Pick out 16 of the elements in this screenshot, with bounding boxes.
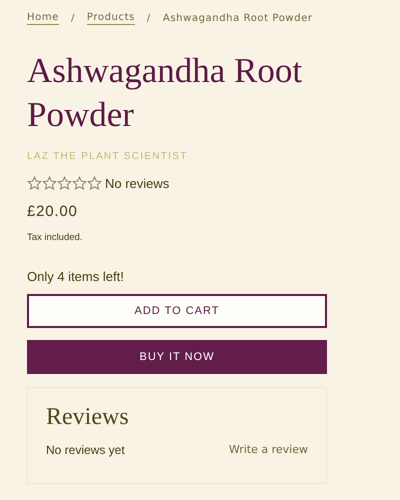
product-title: Ashwagandha Root Powder	[27, 50, 304, 136]
stock-note: Only 4 items left!	[27, 269, 125, 284]
add-to-cart-button[interactable]: ADD TO CART	[27, 294, 327, 328]
breadcrumb-separator: /	[146, 13, 151, 24]
reviews-heading: Reviews	[46, 404, 130, 431]
breadcrumb-separator: /	[70, 13, 75, 24]
no-reviews-text: No reviews yet	[46, 443, 125, 457]
price: £20.00	[27, 203, 79, 220]
breadcrumb-link[interactable]: Home	[27, 12, 59, 25]
buy-now-button[interactable]: BUY IT NOW	[27, 340, 327, 374]
breadcrumb-current: Ashwagandha Root Powder	[162, 13, 313, 24]
review-count: No reviews	[105, 176, 170, 191]
vendor-name: LAZ THE PLANT SCIENTIST	[27, 151, 189, 162]
breadcrumb-link[interactable]: Products	[86, 12, 135, 25]
write-review-link[interactable]: Write a review	[228, 443, 308, 457]
tax-note: Tax included.	[27, 232, 84, 243]
